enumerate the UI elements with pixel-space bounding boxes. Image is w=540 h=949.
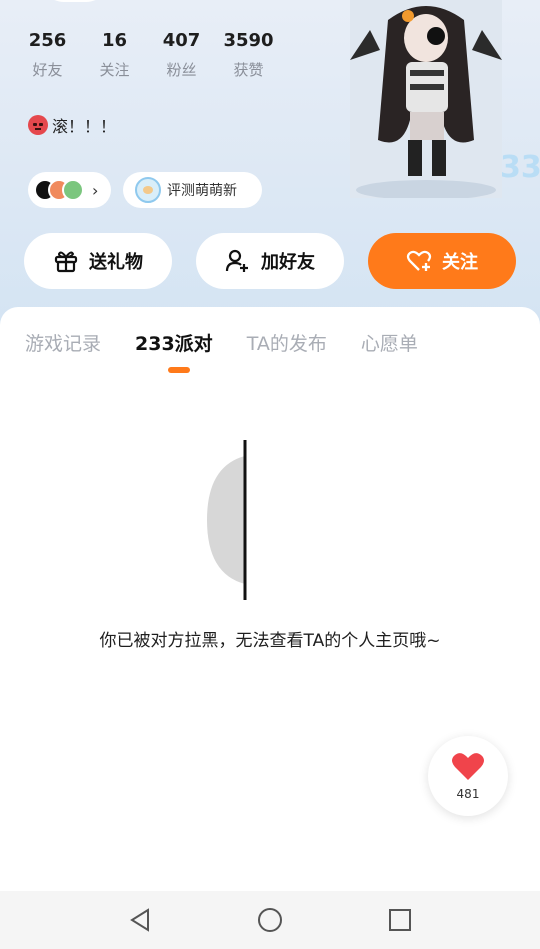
linked-apps-button[interactable]: › [28, 172, 111, 208]
send-gift-button[interactable]: 送礼物 [24, 233, 172, 289]
tab-ta-posts[interactable]: TA的发布 [247, 329, 327, 356]
stat-value: 256 [28, 30, 67, 51]
tag-avatar-icon [135, 177, 161, 203]
tab-wishlist[interactable]: 心愿单 [361, 329, 418, 356]
stat-following[interactable]: 16 关注 [81, 30, 148, 80]
system-nav-bar [0, 891, 540, 949]
add-friend-button[interactable]: 加好友 [196, 233, 344, 289]
like-count: 481 [456, 787, 480, 801]
stat-label: 关注 [99, 61, 130, 79]
stat-label: 好友 [32, 61, 63, 79]
stat-likes[interactable]: 3590 获赞 [215, 30, 282, 80]
stat-friends[interactable]: 256 好友 [14, 30, 81, 80]
like-button[interactable]: 481 [428, 736, 508, 816]
stat-value: 407 [162, 30, 201, 51]
bio-text: 滚！！！ [52, 117, 117, 136]
blocked-illustration [207, 440, 247, 600]
profile-tabs: 游戏记录 233派对 TA的发布 心愿单 [25, 329, 452, 356]
angry-face-icon [28, 115, 48, 135]
stat-value: 3590 [223, 30, 274, 51]
gift-icon [53, 248, 79, 274]
add-user-icon [225, 248, 251, 274]
chevron-right-icon: › [92, 180, 99, 200]
profile-stats: 256 好友 16 关注 407 粉丝 3590 获赞 [14, 30, 282, 80]
platform-badge: 33 [500, 150, 540, 185]
app-icon [62, 179, 84, 201]
tab-game-records[interactable]: 游戏记录 [25, 329, 101, 356]
character-avatar [350, 0, 502, 198]
stat-value: 16 [101, 30, 128, 51]
follow-label: 关注 [442, 252, 478, 273]
recents-square-icon[interactable] [387, 907, 413, 933]
heart-plus-icon [406, 248, 432, 274]
tag-label: 评测萌萌新 [167, 183, 237, 199]
profile-bio: 滚！！！ [28, 113, 116, 137]
active-tab-indicator [168, 367, 190, 373]
heart-icon [451, 751, 485, 785]
back-triangle-icon[interactable] [127, 907, 153, 933]
stat-label: 粉丝 [166, 61, 197, 79]
tab-233-party[interactable]: 233派对 [135, 329, 213, 356]
follow-button[interactable]: 关注 [368, 233, 516, 289]
send-gift-label: 送礼物 [89, 252, 143, 273]
add-friend-label: 加好友 [261, 252, 315, 273]
stat-label: 获赞 [233, 61, 264, 79]
blocked-message: 你已被对方拉黑，无法查看TA的个人主页哦~ [99, 631, 441, 651]
stat-followers[interactable]: 407 粉丝 [148, 30, 215, 80]
profile-tag[interactable]: 评测萌萌新 [123, 172, 262, 208]
home-circle-icon[interactable] [257, 907, 283, 933]
